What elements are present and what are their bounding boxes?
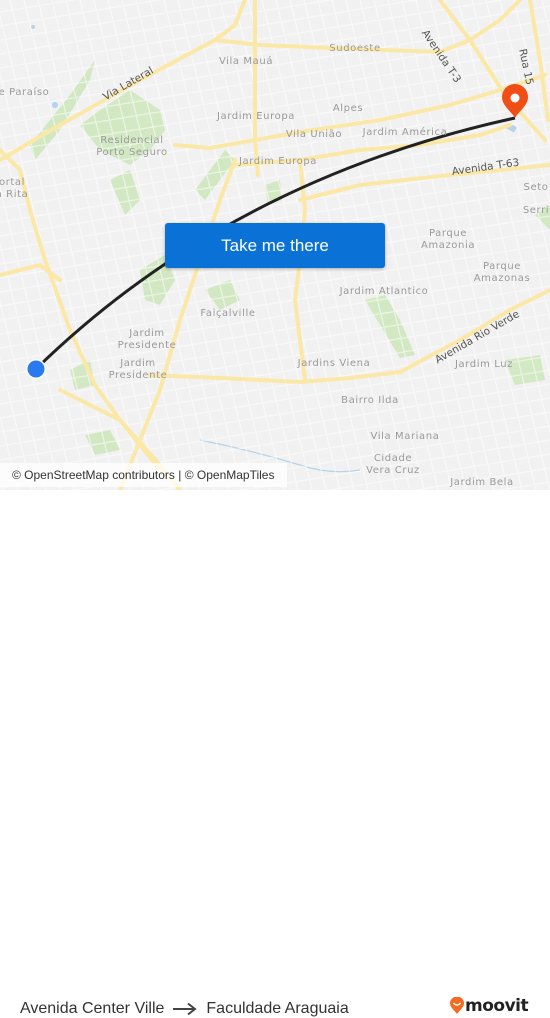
neighborhood-label: Parque Amazonas [473, 261, 531, 284]
neighborhood-label: Cidade Vera Cruz [366, 453, 420, 476]
neighborhood-label: Residencial Porto Seguro [96, 135, 168, 158]
destination-name: Faculdade Araguaia [206, 1000, 349, 1017]
neighborhood-label: Sudoeste [329, 43, 381, 54]
neighborhood-label: Vila Mariana [370, 431, 440, 442]
origin-marker[interactable] [27, 360, 45, 378]
neighborhood-label: Serri [522, 205, 550, 216]
destination-pin-icon[interactable] [502, 84, 528, 118]
map-attribution[interactable]: © OpenStreetMap contributors | © OpenMap… [0, 463, 287, 487]
neighborhood-label: Jardim Europa [216, 111, 296, 122]
neighborhood-label: Jardim Bela [450, 477, 514, 488]
moovit-logo[interactable]: moovit [449, 996, 529, 1016]
footer: Avenida Center Ville Faculdade Araguaia … [0, 490, 550, 1017]
arrow-right-icon [173, 1002, 198, 1016]
park-area [110, 170, 140, 215]
neighborhood-label: Jardins Viena [297, 358, 371, 369]
neighborhood-label: Jardim Europa [238, 156, 318, 167]
route-title: Avenida Center Ville Faculdade Araguaia [20, 1000, 349, 1018]
water-area [52, 102, 58, 108]
map[interactable]: Vila Mauá Sudoeste e Paraíso Alpes Jardim Eu… [0, 0, 550, 490]
neighborhood-label: e Paraíso [0, 87, 50, 98]
neighborhood-label: Vila Mauá [218, 56, 274, 67]
neighborhood-label: Faiçalville [200, 308, 256, 319]
neighborhood-label: Bairro Ilda [341, 395, 399, 406]
neighborhood-label: Jardim Presidente [117, 328, 177, 351]
origin-name: Avenida Center Ville [20, 1000, 165, 1017]
neighborhood-label: Jardim Presidente [108, 358, 168, 381]
take-me-there-button[interactable]: Take me there [165, 223, 385, 268]
neighborhood-label: Jardim Atlantico [339, 286, 429, 297]
moovit-pin-icon [450, 997, 464, 1014]
neighborhood-label: Jardim América [362, 127, 448, 138]
moovit-logo-text: moovit [465, 996, 529, 1016]
neighborhood-label: Vila União [285, 129, 343, 140]
neighborhood-label: Parque Amazonia [420, 228, 476, 251]
neighborhood-label: Seto [523, 182, 549, 193]
neighborhood-label: Alpes [332, 103, 364, 114]
neighborhood-label: Jardim Luz [454, 359, 514, 370]
neighborhood-label: ortala Rita [0, 177, 29, 200]
